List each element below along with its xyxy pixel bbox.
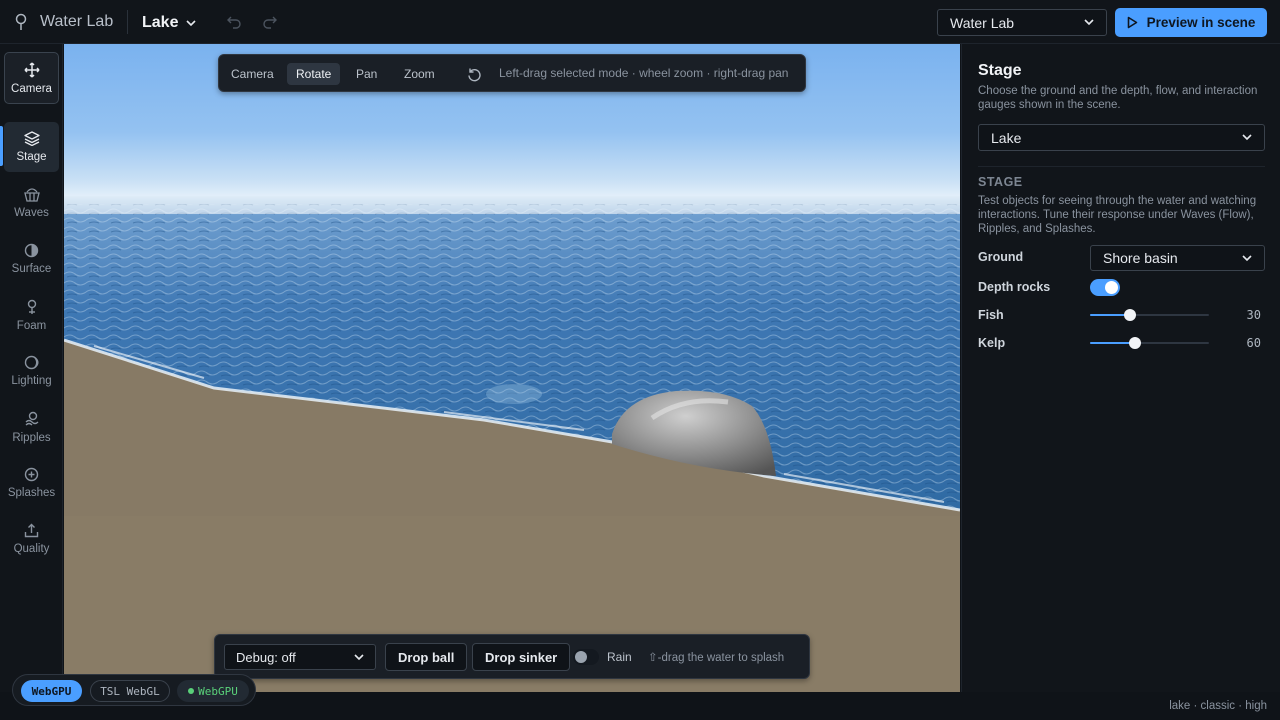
lightbulb-logo-icon: [15, 13, 27, 30]
moon-icon: [24, 355, 39, 370]
half-circle-icon: [24, 243, 39, 258]
preset-dropdown[interactable]: Lake: [142, 12, 197, 34]
rail-label: Splashes: [7, 487, 56, 499]
wave-basket-icon: [23, 188, 40, 202]
camera-mode-label: Camera: [231, 67, 274, 81]
tab-zoom[interactable]: Zoom: [395, 63, 444, 85]
chevron-down-icon: [186, 19, 197, 26]
divider: [978, 166, 1265, 167]
fish-slider[interactable]: [1090, 308, 1209, 322]
rail-item-lighting[interactable]: Lighting: [4, 346, 59, 396]
settings-panel: Stage Choose the ground and the depth, f…: [961, 44, 1280, 692]
redo-icon: [263, 16, 277, 29]
kelp-slider[interactable]: [1090, 336, 1209, 350]
toggle-knob: [575, 651, 587, 663]
top-bar: Water Lab Lake Water Lab Preview in scen…: [0, 0, 1280, 44]
rail-item-surface[interactable]: Surface: [4, 234, 59, 284]
toggle-knob: [1105, 281, 1118, 294]
stage-select[interactable]: Lake: [978, 124, 1265, 151]
backend-switcher: WebGPU TSL WebGL WebGPU: [12, 674, 256, 706]
rain-label: Rain: [607, 650, 632, 664]
ground-label: Ground: [978, 250, 1024, 264]
backend-webgpu-chip[interactable]: WebGPU: [21, 680, 82, 702]
debug-select-value: Debug: off: [236, 649, 296, 665]
ground-select[interactable]: Shore basin: [1090, 245, 1265, 271]
move-arrows-icon: [23, 61, 40, 78]
rail-item-stage[interactable]: Stage: [4, 122, 59, 172]
debug-select[interactable]: Debug: off: [224, 644, 376, 670]
rail-item-camera[interactable]: Camera: [4, 52, 59, 104]
scene-viewport[interactable]: [64, 44, 960, 692]
ripple-icon: [25, 411, 38, 425]
interaction-bar: Debug: off Drop ball Drop sinker Rain ⇧-…: [214, 634, 810, 679]
kelp-label: Kelp: [978, 336, 1006, 350]
rail-item-waves[interactable]: Waves: [4, 178, 59, 228]
preview-label: Preview in scene: [1146, 15, 1256, 30]
chevron-down-icon: [354, 653, 364, 660]
rail-label: Surface: [11, 263, 52, 275]
rail-label: Foam: [16, 319, 47, 332]
status-dot: [188, 688, 195, 694]
ground-select-value: Shore basin: [1103, 250, 1178, 266]
drop-sinker-button[interactable]: Drop sinker: [472, 643, 571, 671]
fish-value: 30: [1246, 308, 1261, 322]
project-select-value: Water Lab: [950, 14, 1015, 31]
upload-icon: [24, 523, 39, 538]
depth-rocks-label: Depth rocks: [978, 280, 1051, 294]
rail-label: Camera: [11, 82, 52, 95]
undo-icon: [227, 16, 241, 29]
rail-item-quality[interactable]: Quality: [4, 514, 59, 564]
rail-label: Lighting: [11, 375, 52, 387]
undo-button[interactable]: [224, 12, 244, 32]
backend-status-label: WebGPU: [198, 684, 238, 698]
play-icon: [1127, 16, 1137, 29]
drop-ball-button[interactable]: Drop ball: [385, 643, 468, 671]
kelp-value: 60: [1246, 336, 1261, 350]
preview-in-scene-button[interactable]: Preview in scene: [1115, 8, 1267, 37]
chevron-down-icon: [1084, 19, 1094, 26]
reset-icon: [467, 68, 481, 81]
redo-button[interactable]: [260, 12, 280, 32]
project-select[interactable]: Water Lab: [937, 9, 1107, 36]
status-footer: lake · classic · high: [1169, 700, 1267, 712]
stage-select-value: Lake: [991, 129, 1022, 146]
tab-rotate[interactable]: Rotate: [287, 63, 341, 85]
slider-thumb[interactable]: [1124, 309, 1137, 321]
section-heading: STAGE: [978, 175, 1023, 189]
backend-status-chip: WebGPU: [177, 680, 249, 702]
rail-item-splashes[interactable]: Splashes: [4, 458, 59, 508]
splash-hint: ⇧-drag the water to splash: [648, 652, 785, 664]
panel-description: Choose the ground and the depth, flow, a…: [978, 85, 1258, 111]
section-description: Test objects for seeing through the wate…: [978, 195, 1257, 235]
plus-circle-icon: [24, 467, 39, 482]
app-title: Water Lab: [40, 13, 114, 30]
rail-label: Quality: [13, 543, 50, 555]
chevron-down-icon: [1242, 134, 1252, 141]
depth-rocks-toggle[interactable]: [1090, 279, 1120, 296]
tab-pan[interactable]: Pan: [347, 63, 386, 85]
rail-label: Stage: [16, 151, 47, 163]
bubble-icon: [27, 299, 36, 314]
rain-toggle[interactable]: [573, 649, 599, 665]
preset-label: Lake: [142, 14, 179, 31]
fish-label: Fish: [978, 308, 1004, 322]
layers-icon: [23, 131, 40, 146]
rail-label: Ripples: [12, 431, 51, 444]
camera-toolbar: Camera Rotate Pan Zoom Left-drag selecte…: [218, 54, 806, 92]
chevron-down-icon: [1242, 254, 1252, 261]
active-indicator: [0, 126, 3, 166]
backend-tsl-webgl-chip[interactable]: TSL WebGL: [90, 680, 170, 702]
camera-hint: Left-drag selected mode · wheel zoom · r…: [499, 66, 789, 80]
rail-item-foam[interactable]: Foam: [4, 290, 59, 340]
slider-thumb[interactable]: [1129, 337, 1142, 349]
rail-item-ripples[interactable]: Ripples: [4, 402, 59, 452]
divider: [127, 10, 128, 34]
reset-camera-button[interactable]: [465, 65, 483, 83]
water-scene: [64, 196, 960, 692]
rail-label: Waves: [14, 207, 49, 219]
left-rail: Camera Stage Waves Surface Foam Lighting…: [0, 44, 63, 692]
panel-title: Stage: [978, 62, 1022, 79]
